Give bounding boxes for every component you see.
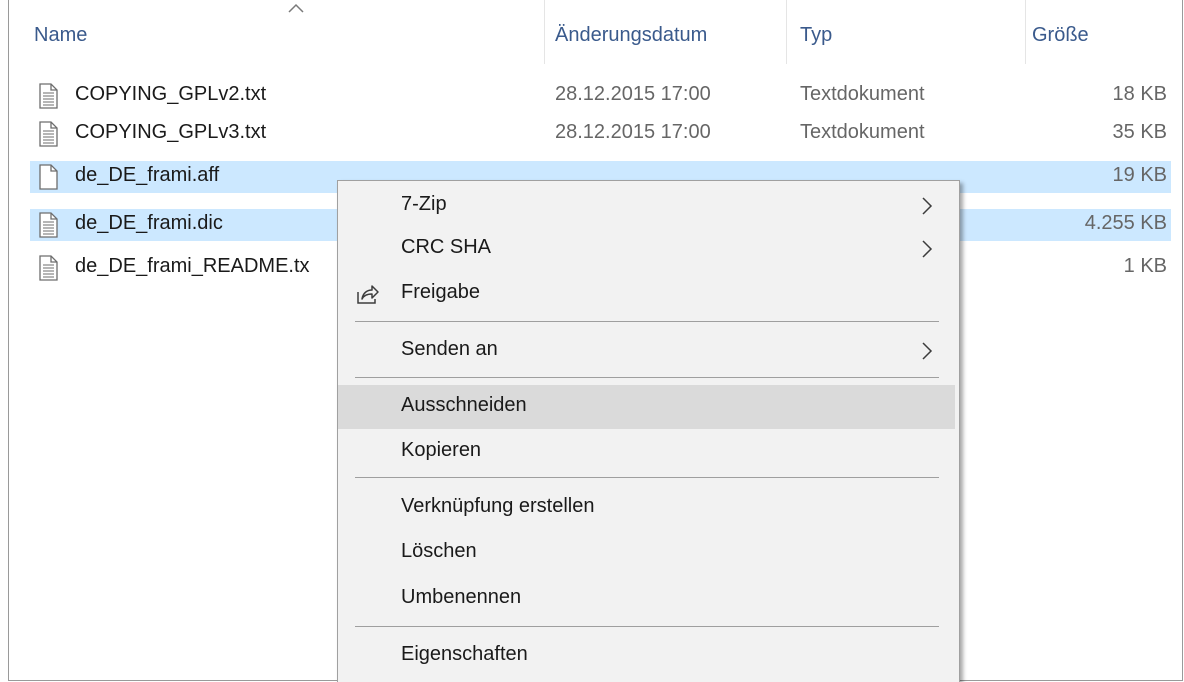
menu-item-ausschneiden[interactable]: Ausschneiden xyxy=(338,385,955,429)
menu-separator xyxy=(355,377,939,378)
menu-item-label: 7-Zip xyxy=(401,193,447,215)
sort-ascending-icon[interactable] xyxy=(287,2,305,14)
submenu-chevron-icon xyxy=(922,342,933,360)
menu-item-label: Freigabe xyxy=(401,281,480,303)
menu-item-umbenennen[interactable]: Umbenennen xyxy=(338,577,955,621)
column-header-type[interactable]: Typ xyxy=(800,24,832,47)
column-divider[interactable] xyxy=(1025,0,1026,64)
text-file-icon xyxy=(39,83,58,109)
file-name: de_DE_frami.aff xyxy=(75,164,220,186)
file-size: 4.255 KB xyxy=(1084,212,1167,234)
file-size: 35 KB xyxy=(1112,121,1167,143)
text-file-icon xyxy=(39,212,58,238)
file-size: 19 KB xyxy=(1112,164,1167,186)
menu-item-crc-sha[interactable]: CRC SHA xyxy=(338,227,955,271)
file-name: de_DE_frami_README.tx xyxy=(75,255,310,277)
file-size: 18 KB xyxy=(1112,83,1167,105)
share-icon xyxy=(357,285,379,304)
file-row[interactable]: COPYING_GPLv2.txt 28.12.2015 17:00 Textd… xyxy=(30,80,1171,112)
column-divider[interactable] xyxy=(544,0,545,64)
file-row[interactable]: COPYING_GPLv3.txt 28.12.2015 17:00 Textd… xyxy=(30,118,1171,150)
column-header-size[interactable]: Größe xyxy=(1032,24,1089,47)
column-divider[interactable] xyxy=(786,0,787,64)
menu-separator xyxy=(355,626,939,627)
menu-item-label: Senden an xyxy=(401,338,498,360)
submenu-chevron-icon xyxy=(922,197,933,215)
file-name: COPYING_GPLv2.txt xyxy=(75,83,267,105)
text-file-icon xyxy=(39,255,58,281)
file-name: de_DE_frami.dic xyxy=(75,212,223,234)
text-file-icon xyxy=(39,121,58,147)
file-date: 28.12.2015 17:00 xyxy=(555,83,711,105)
menu-item-eigenschaften[interactable]: Eigenschaften xyxy=(338,634,955,678)
file-date: 28.12.2015 17:00 xyxy=(555,121,711,143)
menu-item-label: Kopieren xyxy=(401,439,482,461)
file-size: 1 KB xyxy=(1123,255,1167,277)
menu-item-7zip[interactable]: 7-Zip xyxy=(338,184,955,228)
menu-separator xyxy=(355,321,939,322)
column-header-name[interactable]: Name xyxy=(34,24,87,47)
menu-item-label: Löschen xyxy=(401,540,477,562)
file-type: Textdokument xyxy=(800,121,925,143)
submenu-chevron-icon xyxy=(922,240,933,258)
menu-item-label: Verknüpfung erstellen xyxy=(401,495,595,517)
menu-item-senden-an[interactable]: Senden an xyxy=(338,329,955,373)
menu-item-label: Umbenennen xyxy=(401,586,522,608)
menu-item-label: Eigenschaften xyxy=(401,643,528,665)
menu-item-verknuepfung-erstellen[interactable]: Verknüpfung erstellen xyxy=(338,486,955,530)
blank-file-icon xyxy=(39,164,58,190)
menu-item-label: Ausschneiden xyxy=(401,394,527,416)
column-header: Name Änderungsdatum Typ Größe xyxy=(9,0,1182,78)
context-menu: 7-Zip CRC SHA Freigabe Senden an Ausschn… xyxy=(337,180,960,682)
menu-item-label: CRC SHA xyxy=(401,236,492,258)
menu-item-freigabe[interactable]: Freigabe xyxy=(338,272,955,316)
file-type: Textdokument xyxy=(800,83,925,105)
menu-item-loeschen[interactable]: Löschen xyxy=(338,531,955,575)
menu-separator xyxy=(355,477,939,478)
menu-item-kopieren[interactable]: Kopieren xyxy=(338,430,955,474)
file-name: COPYING_GPLv3.txt xyxy=(75,121,267,143)
column-header-date[interactable]: Änderungsdatum xyxy=(555,24,707,47)
